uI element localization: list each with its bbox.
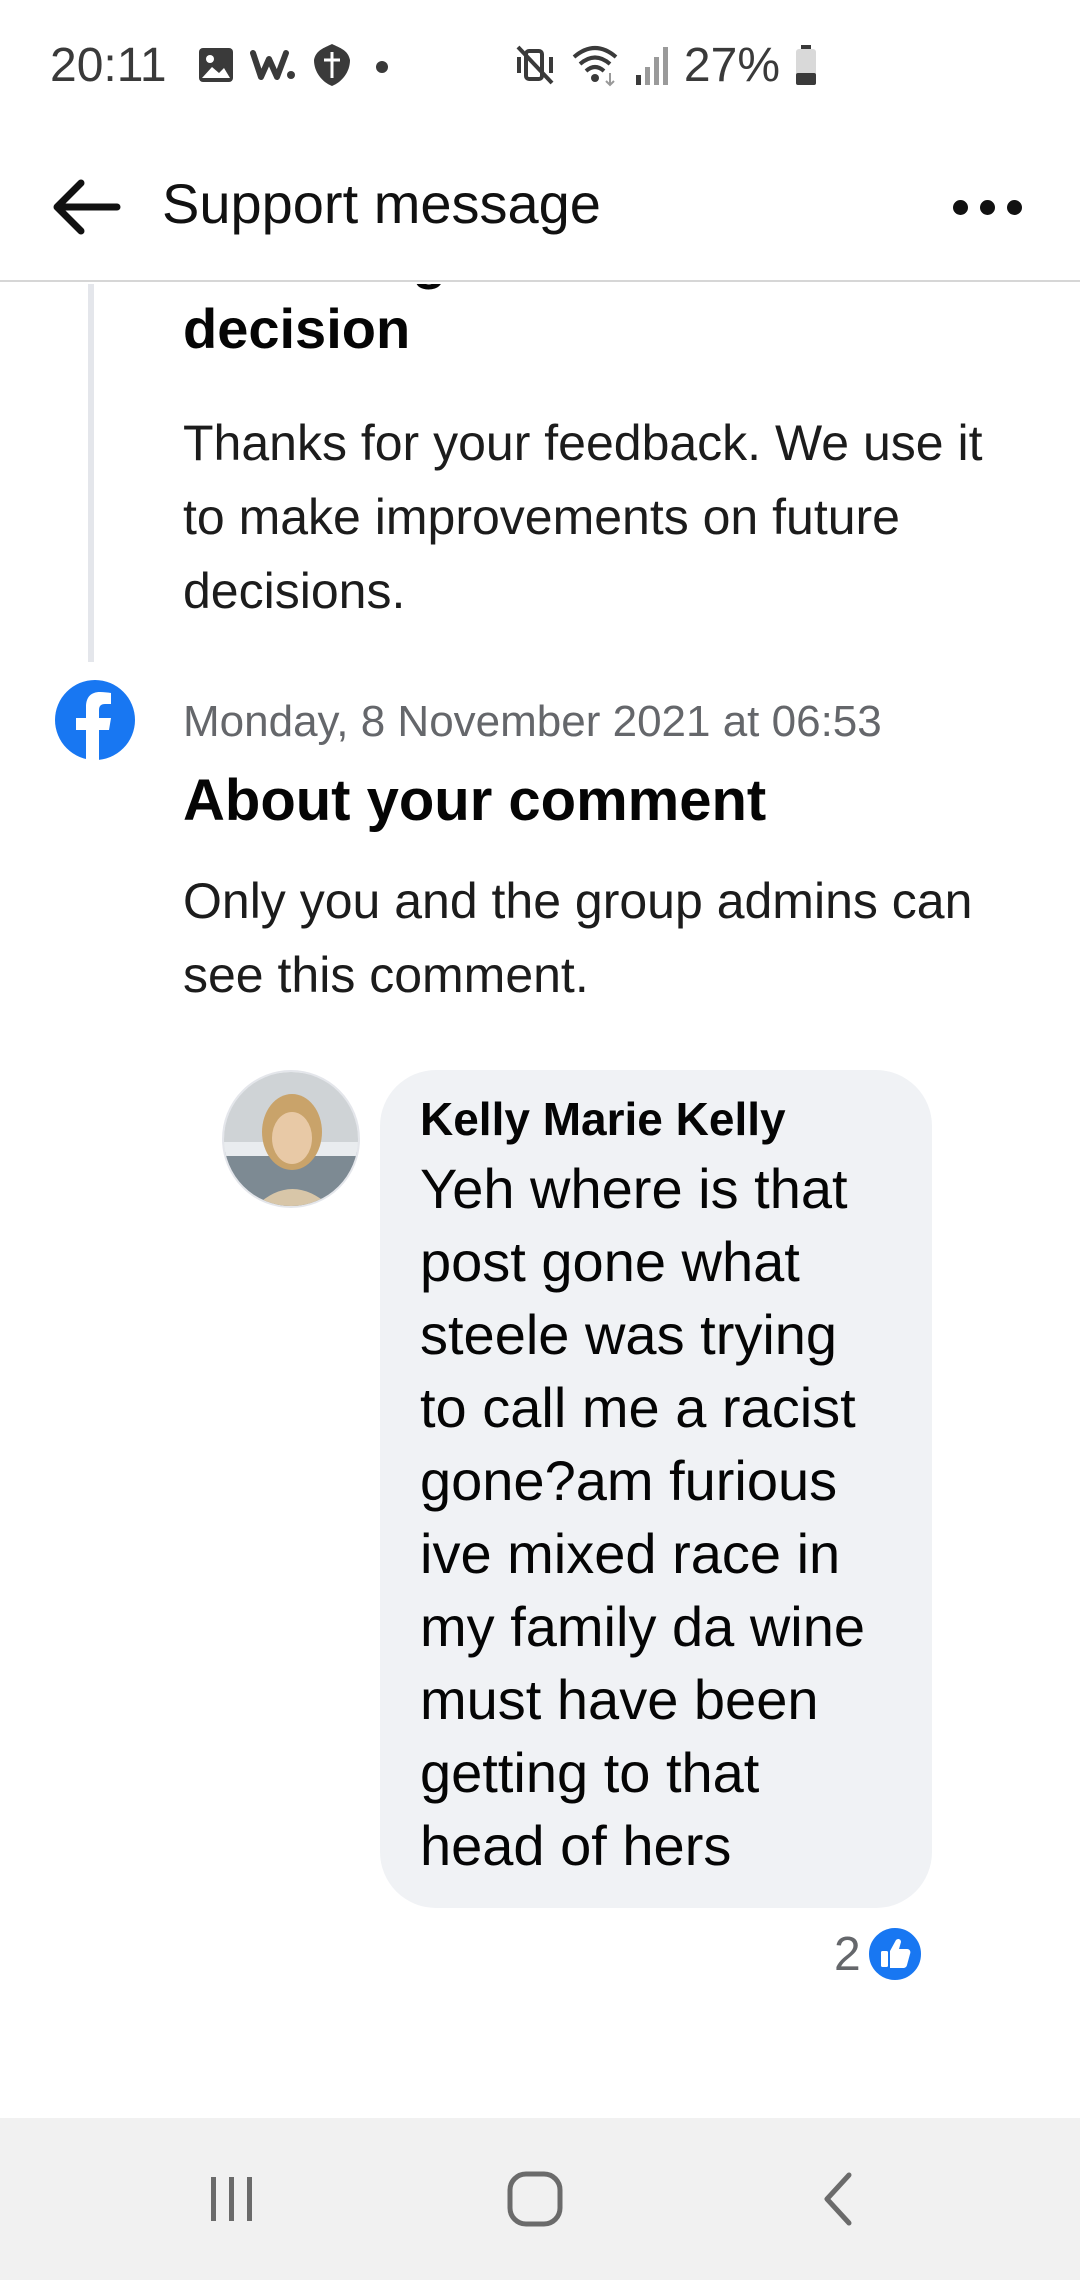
status-time: 20:11 bbox=[50, 39, 167, 92]
battery-percent: 27% bbox=[683, 38, 780, 92]
more-horizontal-icon bbox=[952, 199, 968, 215]
bank-shield-icon bbox=[314, 44, 350, 86]
comment-bubble[interactable]: Kelly Marie Kelly Yeh where is that post… bbox=[380, 1070, 932, 1908]
event-title-disagreed: You disagreed with the decision bbox=[183, 284, 792, 360]
notification-icons bbox=[196, 40, 396, 90]
recent-apps-button[interactable] bbox=[177, 2154, 287, 2244]
wifi-icon bbox=[572, 46, 618, 87]
system-back-button[interactable] bbox=[782, 2154, 892, 2244]
facebook-icon bbox=[55, 680, 135, 760]
comment-author[interactable]: Kelly Marie Kelly bbox=[420, 1088, 892, 1150]
back-icon bbox=[824, 2172, 852, 2226]
back-button[interactable] bbox=[40, 162, 130, 252]
home-icon bbox=[507, 2171, 563, 2227]
recent-apps-icon bbox=[211, 2177, 252, 2221]
signal-icon bbox=[635, 47, 668, 85]
event-body-visibility: Only you and the group admins can see th… bbox=[183, 873, 973, 1003]
more-options-button[interactable] bbox=[942, 170, 1032, 244]
comment-reactions[interactable]: 2 bbox=[834, 1924, 923, 1984]
mute-vibrate-icon bbox=[516, 45, 554, 85]
home-button[interactable] bbox=[480, 2154, 590, 2244]
timeline-line bbox=[88, 284, 94, 662]
status-bar: 20:11 27% bbox=[0, 0, 1080, 130]
event-date: Monday, 8 November 2021 at 06:53 bbox=[183, 697, 882, 746]
gallery-icon bbox=[199, 48, 233, 82]
like-icon bbox=[866, 1926, 923, 1982]
system-indicators: 27% bbox=[514, 38, 818, 92]
event-body-feedback: Thanks for your feedback. We use it to m… bbox=[183, 415, 983, 619]
w-app-icon bbox=[250, 50, 295, 80]
dot-icon bbox=[376, 61, 388, 73]
comment-text: Yeh where is that post gone what steele … bbox=[420, 1157, 866, 1877]
support-message-content: You disagreed with the decision Thanks f… bbox=[0, 284, 1080, 2116]
profile-photo bbox=[224, 1072, 358, 1206]
app-header: Support message bbox=[0, 130, 1080, 282]
reaction-count: 2 bbox=[834, 1927, 861, 1981]
arrow-left-icon bbox=[53, 179, 121, 235]
system-nav-bar bbox=[0, 2118, 1080, 2280]
avatar[interactable] bbox=[222, 1070, 360, 1208]
page-title: Support message bbox=[162, 172, 601, 235]
event-title-about-comment: About your comment bbox=[183, 768, 767, 833]
battery-icon bbox=[796, 45, 816, 85]
